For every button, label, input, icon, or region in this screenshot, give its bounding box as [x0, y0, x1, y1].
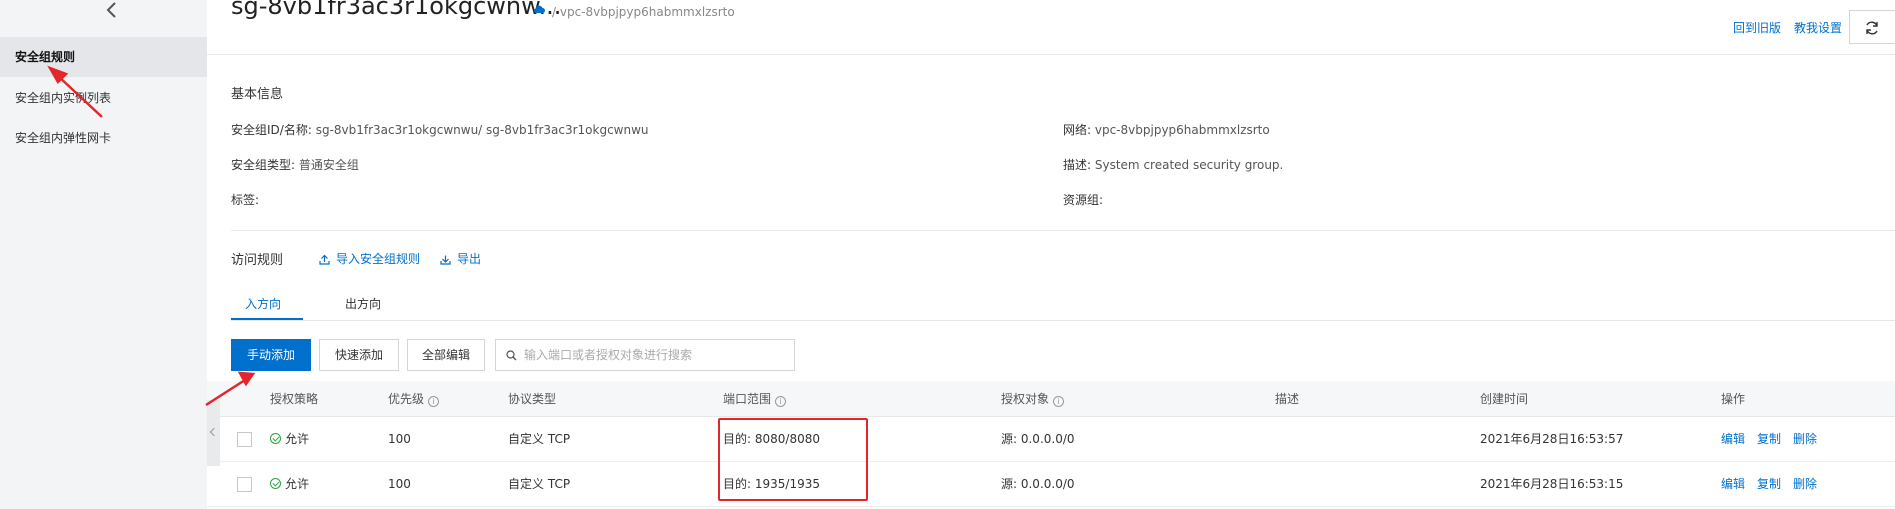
- arrow-to-sidebar: [47, 65, 103, 118]
- arrow-to-add-button: [205, 371, 256, 407]
- annotation-arrows: [47, 65, 256, 407]
